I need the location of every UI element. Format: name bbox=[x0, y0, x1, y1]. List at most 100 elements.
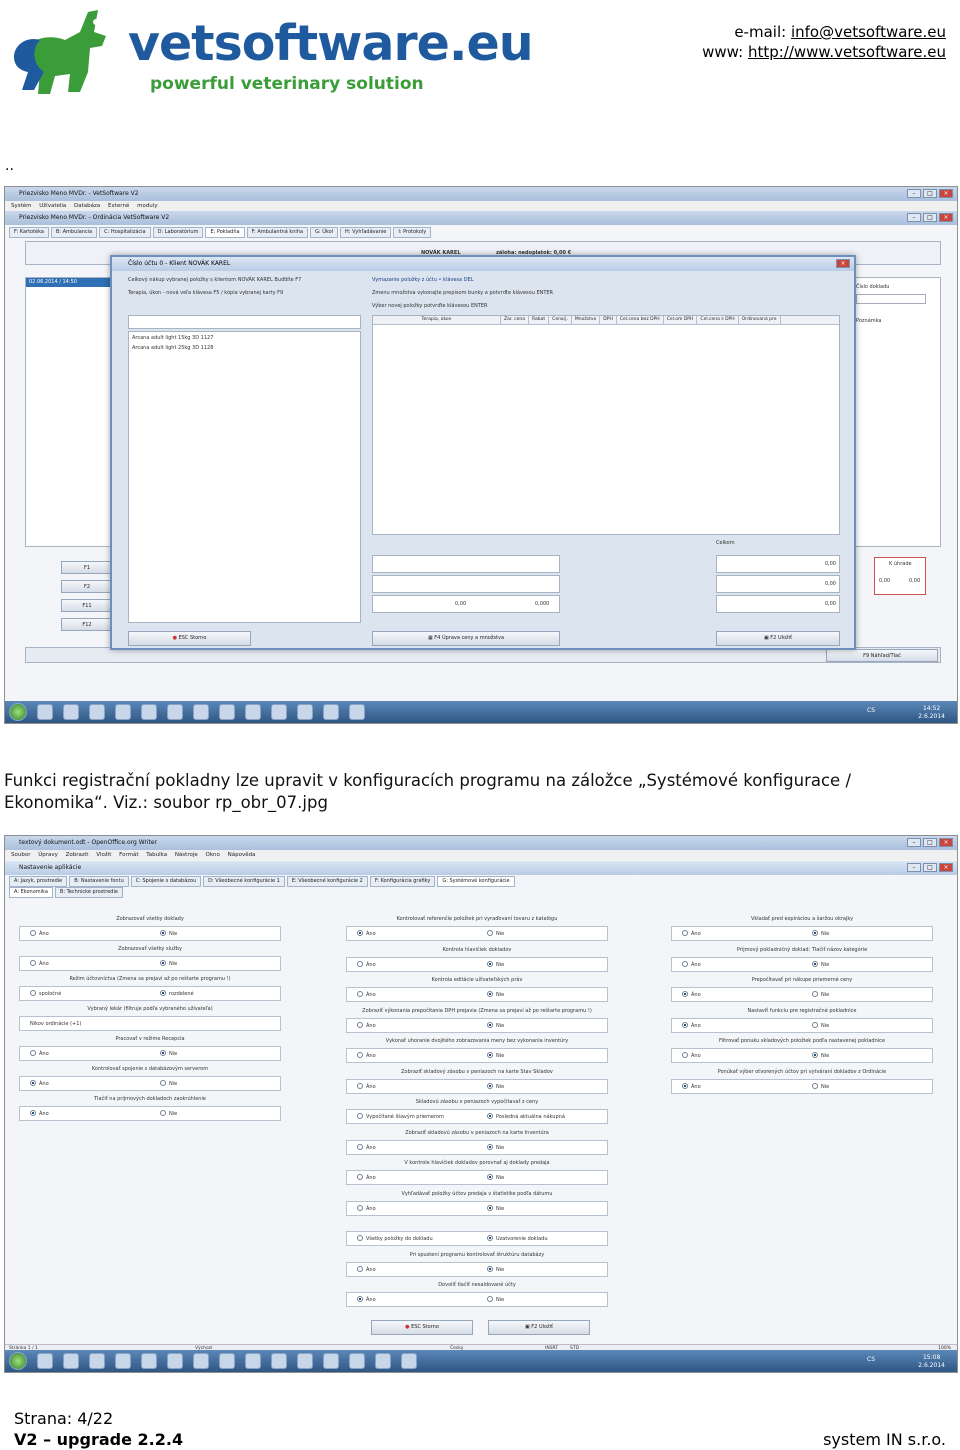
tab-font[interactable]: B: Nastavenie fontu bbox=[69, 876, 129, 887]
radio-option[interactable]: Áno bbox=[30, 1050, 49, 1058]
tab-ambulantna-kniha[interactable]: F: Ambulantná kniha bbox=[246, 227, 309, 238]
radio-option[interactable]: Áno bbox=[682, 1021, 701, 1030]
radio-option[interactable]: Áno bbox=[30, 930, 49, 938]
column-ordered-for[interactable]: Ordinovaná pre bbox=[739, 316, 781, 324]
taskbar-clock[interactable]: CS 15:08 2.6.2014 bbox=[867, 1354, 945, 1370]
oo-menu-bar[interactable]: Soubor Úpravy Zobrazit Vložit Formát Tab… bbox=[5, 850, 957, 860]
tools-icon[interactable] bbox=[219, 1353, 235, 1369]
save-button[interactable]: ▣ F2 Uložiť bbox=[488, 1320, 590, 1335]
column-vat[interactable]: DPH bbox=[600, 316, 617, 324]
column-purchase-price[interactable]: Zar. cena bbox=[501, 316, 529, 324]
radio-option[interactable]: Nie bbox=[487, 1143, 504, 1152]
radio-icon[interactable] bbox=[812, 991, 818, 997]
radio-option[interactable]: Vypočítané lišavým priemerom bbox=[357, 1113, 444, 1121]
tab-system-config[interactable]: G: Systémové konfigurácie bbox=[437, 876, 515, 887]
radio-icon[interactable] bbox=[682, 991, 688, 997]
radio-icon[interactable] bbox=[357, 1052, 363, 1058]
radio-option[interactable]: Nie bbox=[487, 1052, 504, 1060]
radio-option[interactable]: Posledná aktuálna nákupná bbox=[487, 1113, 565, 1121]
radio-icon[interactable] bbox=[682, 930, 688, 936]
tab-database[interactable]: C: Spojenie s databázou bbox=[130, 876, 202, 887]
radio-option[interactable]: Nie bbox=[487, 1021, 504, 1030]
radio-option[interactable]: spoločné bbox=[30, 990, 61, 998]
save-disk-icon[interactable] bbox=[141, 1353, 157, 1369]
side-key-f12[interactable]: F12 bbox=[61, 618, 113, 631]
radio-icon[interactable] bbox=[487, 1235, 493, 1241]
catalog-item[interactable]: Arcana adult light 15kg 3D 1127 bbox=[132, 335, 213, 342]
esc-cancel-button[interactable]: ● ESC Storno bbox=[128, 631, 251, 646]
radio-icon[interactable] bbox=[160, 960, 166, 966]
radio-option[interactable]: Áno bbox=[30, 1110, 49, 1118]
column-quantity[interactable]: Množstvo bbox=[572, 316, 601, 324]
edit-price-quantity-button[interactable]: ▦ F4 Úprava ceny a množstva bbox=[372, 631, 560, 646]
radio-icon[interactable] bbox=[160, 1050, 166, 1056]
tab-hospitalizacia[interactable]: C: Hospitalizácia bbox=[99, 227, 151, 238]
esc-cancel-button[interactable]: ● ESC Storno bbox=[371, 1320, 473, 1335]
firefox-icon[interactable] bbox=[115, 704, 131, 720]
maximize-icon[interactable]: □ bbox=[923, 189, 937, 198]
radio-option[interactable]: Nie bbox=[160, 1050, 177, 1058]
user-icon[interactable] bbox=[349, 1353, 365, 1369]
app-icon[interactable] bbox=[297, 1353, 313, 1369]
minimize-icon[interactable]: – bbox=[907, 838, 921, 847]
radio-option[interactable]: Nie bbox=[487, 930, 504, 938]
print-preview-button[interactable]: F9 Náhľad/Tlač bbox=[826, 649, 938, 662]
document-number-field[interactable] bbox=[856, 294, 926, 304]
radio-option[interactable]: Áno bbox=[357, 1021, 376, 1030]
radio-icon[interactable] bbox=[30, 1080, 36, 1086]
media-player-icon[interactable] bbox=[37, 704, 53, 720]
radio-icon[interactable] bbox=[357, 1021, 363, 1028]
minimize-icon[interactable]: – bbox=[907, 213, 921, 222]
radio-option[interactable]: Nie bbox=[160, 960, 177, 968]
radio-icon[interactable] bbox=[487, 1052, 493, 1058]
radio-option[interactable]: Áno bbox=[357, 1052, 376, 1060]
tab-general-config-1[interactable]: D: Všeobecné konfigurácie 1 bbox=[203, 876, 285, 887]
radio-option[interactable]: Nie bbox=[160, 1110, 177, 1118]
radio-icon[interactable] bbox=[357, 1174, 363, 1180]
outer-menu-bar[interactable]: Systém Užívatelia Databáza Externé modul… bbox=[5, 201, 957, 211]
side-key-f1[interactable]: F1 bbox=[61, 561, 113, 574]
radio-option[interactable]: Áno bbox=[357, 960, 376, 969]
radio-option[interactable]: Nie bbox=[487, 1082, 504, 1091]
internet-icon[interactable] bbox=[89, 1353, 105, 1369]
box-icon[interactable] bbox=[323, 1353, 339, 1369]
column-therapy[interactable]: Terapia, úkon bbox=[373, 316, 501, 324]
skype-icon[interactable] bbox=[271, 1353, 287, 1369]
radio-option[interactable]: Áno bbox=[682, 1082, 701, 1091]
side-key-f2[interactable]: F2 bbox=[61, 580, 113, 593]
close-icon[interactable]: × bbox=[939, 189, 953, 198]
close-icon[interactable]: × bbox=[939, 863, 953, 872]
radio-option[interactable]: Nie bbox=[487, 1296, 504, 1304]
radio-option[interactable]: Áno bbox=[357, 1174, 376, 1182]
radio-icon[interactable] bbox=[357, 1082, 363, 1089]
radio-icon[interactable] bbox=[357, 930, 363, 936]
radio-option[interactable]: Nie bbox=[160, 1080, 177, 1088]
radio-option[interactable]: Nie bbox=[812, 1052, 829, 1060]
radio-icon[interactable] bbox=[357, 960, 363, 967]
tab-pokladna[interactable]: E: Pokladňa bbox=[205, 227, 245, 238]
radio-option[interactable]: Nie bbox=[812, 991, 829, 999]
virtualbox-icon[interactable] bbox=[245, 1353, 261, 1369]
radio-icon[interactable] bbox=[357, 1296, 363, 1302]
user-icon[interactable] bbox=[349, 704, 365, 720]
radio-icon[interactable] bbox=[487, 991, 493, 997]
radio-option[interactable]: Áno bbox=[357, 1204, 376, 1213]
close-icon[interactable]: × bbox=[939, 213, 953, 222]
tab-kartoteka[interactable]: F: Kartotéka bbox=[9, 227, 49, 238]
tab-vyhladavanie[interactable]: H: Vyhľadávanie bbox=[340, 227, 392, 238]
radio-icon[interactable] bbox=[30, 1110, 36, 1116]
radio-option[interactable]: Áno bbox=[357, 1143, 376, 1152]
radio-icon[interactable] bbox=[682, 1082, 688, 1089]
radio-icon[interactable] bbox=[812, 1052, 818, 1058]
start-button-icon[interactable] bbox=[9, 1352, 27, 1370]
radio-icon[interactable] bbox=[487, 930, 493, 936]
tab-protokoly[interactable]: I: Protokoly bbox=[393, 227, 432, 238]
radio-icon[interactable] bbox=[160, 930, 166, 936]
radio-option[interactable]: Všetky položky do dokladu bbox=[357, 1235, 433, 1243]
firefox-icon[interactable] bbox=[115, 1353, 131, 1369]
tab-ambulancia[interactable]: B: Ambulancia bbox=[51, 227, 98, 238]
radio-icon[interactable] bbox=[487, 960, 493, 967]
save-disk-icon[interactable] bbox=[141, 704, 157, 720]
radio-icon[interactable] bbox=[357, 1265, 363, 1272]
box-icon[interactable] bbox=[323, 704, 339, 720]
